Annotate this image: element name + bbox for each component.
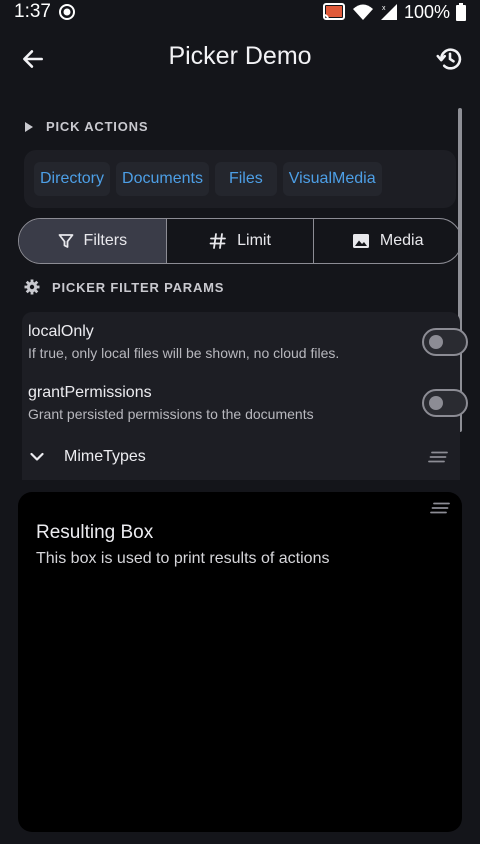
segment-media[interactable]: Media [313,219,461,263]
segment-limit[interactable]: Limit [165,219,314,263]
gear-icon [24,279,40,295]
result-box: Resulting Box This box is used to print … [18,492,462,832]
param-grant-permissions: grantPermissions Grant persisted permiss… [28,384,468,422]
chevron-down-icon [30,452,44,461]
chip-documents[interactable]: Documents [116,162,209,196]
page-title: Picker Demo [168,42,312,70]
drag-handle-icon[interactable] [428,451,448,463]
param-grant-permissions-subtitle: Grant persisted permissions to the docum… [28,406,314,422]
battery-level: 100% [403,1,450,22]
media-record-icon [58,4,75,20]
cast-icon [322,3,345,20]
segment-media-label: Media [379,232,424,249]
param-local-only-title: localOnly [28,323,94,340]
param-grant-permissions-title: grantPermissions [28,384,152,401]
result-box-subtitle: This box is used to print results of act… [36,550,330,567]
signal-icon: x [380,4,397,20]
wifi-icon [352,4,373,20]
hash-icon [209,233,227,249]
filter-params-card: localOnly If true, only local files will… [22,312,468,480]
pick-actions-header[interactable]: PICK ACTIONS [24,119,148,134]
chip-files[interactable]: Files [214,162,277,196]
param-local-only: localOnly If true, only local files will… [28,323,468,361]
grant-permissions-toggle[interactable] [422,389,468,417]
filter-params-label: PICKER FILTER PARAMS [52,279,225,295]
segment-filters[interactable]: Filters [19,219,166,263]
history-icon[interactable] [436,45,464,73]
local-only-toggle[interactable] [422,328,468,356]
mime-types-label: MimeTypes [64,448,146,465]
image-icon [352,234,369,248]
segmented-control: Filters Limit Media [18,218,462,264]
filter-icon [58,234,73,248]
drag-handle-icon[interactable] [430,502,450,514]
battery-icon [456,3,466,21]
pick-actions-panel: Directory Documents Files VisualMedia [24,150,456,208]
chip-directory[interactable]: Directory [34,162,111,196]
param-local-only-subtitle: If true, only local files will be shown,… [28,345,340,361]
chip-visualmedia[interactable]: VisualMedia [282,162,382,196]
status-bar: 1:37 x 100% [0,0,480,24]
status-time: 1:37 [14,1,51,22]
caret-right-icon [25,121,33,132]
svg-text:x: x [382,5,386,12]
segment-filters-label: Filters [83,232,128,249]
segment-limit-label: Limit [237,232,271,249]
mime-types-expander[interactable]: MimeTypes [30,444,448,470]
pick-actions-label: PICK ACTIONS [46,119,149,134]
result-box-title: Resulting Box [36,522,154,543]
app-bar: Picker Demo [0,30,480,86]
filter-params-header: PICKER FILTER PARAMS [24,279,224,295]
